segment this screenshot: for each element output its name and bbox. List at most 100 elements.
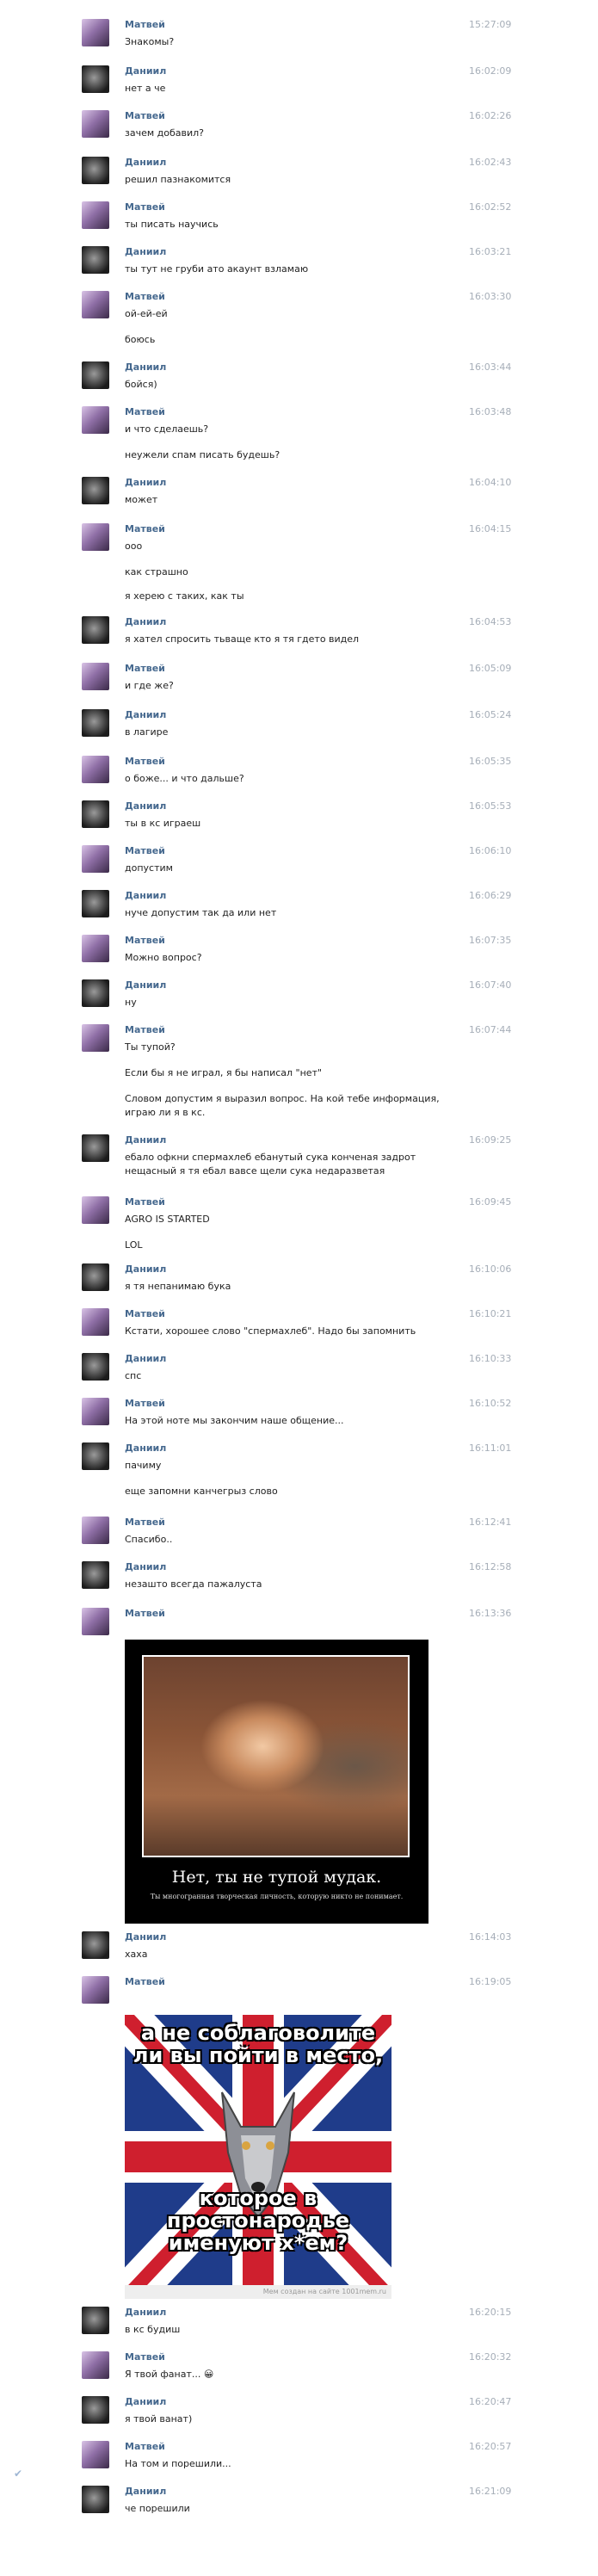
author-name[interactable]: Даниил [125, 246, 166, 257]
avatar[interactable] [82, 1442, 109, 1470]
author-name[interactable]: Матвей [125, 1976, 165, 1987]
avatar[interactable] [82, 1196, 109, 1224]
message-text: незашто всегда пажалуста [125, 1578, 262, 1590]
author-name[interactable]: Матвей [125, 1517, 165, 1528]
avatar[interactable] [82, 1398, 109, 1425]
avatar[interactable] [82, 1976, 109, 2004]
message-text: зачем добавил? [125, 127, 205, 139]
author-name[interactable]: Матвей [125, 1196, 165, 1208]
avatar[interactable] [82, 979, 109, 1007]
author-name[interactable]: Матвей [125, 523, 165, 534]
avatar[interactable] [82, 616, 109, 644]
avatar[interactable] [82, 246, 109, 274]
message-text: Знакомы? [125, 36, 175, 47]
author-name[interactable]: Даниил [125, 1263, 166, 1275]
avatar[interactable] [82, 406, 109, 434]
author-name[interactable]: Даниил [125, 979, 166, 991]
author-name[interactable]: Матвей [125, 110, 165, 121]
author-name[interactable]: Даниил [125, 361, 166, 373]
message-text: На этой ноте мы закончим наше общение... [125, 1415, 344, 1426]
avatar[interactable] [82, 291, 109, 318]
author-name[interactable]: Матвей [125, 1398, 165, 1409]
author-name[interactable]: Матвей [125, 406, 165, 417]
avatar[interactable] [82, 361, 109, 389]
message-text: неужели спам писать будешь? [125, 449, 281, 460]
author-name[interactable]: Даниил [125, 890, 166, 901]
avatar[interactable] [82, 2307, 109, 2334]
author-name[interactable]: Даниил [125, 477, 166, 488]
author-name[interactable]: Матвей [125, 1024, 165, 1035]
author-name[interactable]: Даниил [125, 709, 166, 720]
author-name[interactable]: Даниил [125, 800, 166, 812]
avatar[interactable] [82, 663, 109, 690]
author-name[interactable]: Матвей [125, 1608, 165, 1619]
avatar[interactable] [82, 1134, 109, 1162]
author-name[interactable]: Матвей [125, 935, 165, 946]
avatar[interactable] [82, 1517, 109, 1544]
avatar[interactable] [82, 1263, 109, 1291]
author-name[interactable]: Даниил [125, 1931, 166, 1943]
message-time: 16:09:25 [469, 1134, 512, 1146]
author-name[interactable]: Даниил [125, 616, 166, 627]
avatar[interactable] [82, 157, 109, 184]
author-name[interactable]: Даниил [125, 1442, 166, 1454]
message-text: ну [125, 997, 137, 1008]
avatar[interactable] [82, 2351, 109, 2379]
avatar[interactable] [82, 2396, 109, 2424]
message-time: 16:14:03 [469, 1931, 512, 1943]
message-time: 16:20:57 [469, 2441, 512, 2452]
avatar[interactable] [82, 19, 109, 46]
message-text: спс [125, 1370, 142, 1381]
author-name[interactable]: Матвей [125, 19, 165, 30]
avatar[interactable] [82, 1308, 109, 1336]
message-time: 16:03:44 [469, 361, 512, 373]
avatar[interactable] [82, 2441, 109, 2468]
author-name[interactable]: Даниил [125, 1353, 166, 1364]
avatar[interactable] [82, 65, 109, 93]
author-name[interactable]: Матвей [125, 663, 165, 674]
avatar[interactable] [82, 477, 109, 504]
avatar[interactable] [82, 1024, 109, 1052]
avatar[interactable] [82, 1608, 109, 1635]
wolf-meme-image[interactable]: а не соблаговолите ли вы пойти в место, … [125, 2015, 391, 2299]
avatar[interactable] [82, 1931, 109, 1959]
author-name[interactable]: Матвей [125, 2351, 165, 2363]
message-text: Кстати, хорошее слово "спермахлеб". Надо… [125, 1325, 416, 1337]
avatar[interactable] [82, 523, 109, 551]
author-name[interactable]: Даниил [125, 2307, 166, 2318]
message-text: я хател спросить тьваще кто я тя гдето в… [125, 633, 360, 645]
avatar[interactable] [82, 110, 109, 138]
author-name[interactable]: Даниил [125, 2396, 166, 2407]
avatar[interactable] [82, 845, 109, 873]
avatar[interactable] [82, 709, 109, 737]
author-name[interactable]: Даниил [125, 65, 166, 77]
avatar[interactable] [82, 201, 109, 229]
avatar[interactable] [82, 890, 109, 917]
message-text: в кс будиш [125, 2324, 181, 2335]
avatar[interactable] [82, 800, 109, 828]
author-name[interactable]: Матвей [125, 1308, 165, 1319]
avatar[interactable] [82, 935, 109, 962]
avatar[interactable] [82, 2486, 109, 2513]
message-text: о боже... и что дальше? [125, 773, 244, 784]
demotivator-image[interactable]: Нет, ты не тупой мудак. Ты многогранная … [125, 1640, 428, 1924]
author-name[interactable]: Даниил [125, 1561, 166, 1572]
message-time: 16:02:43 [469, 157, 512, 168]
message-time: 16:07:35 [469, 935, 512, 946]
avatar[interactable] [82, 756, 109, 783]
author-name[interactable]: Матвей [125, 201, 165, 213]
author-name[interactable]: Матвей [125, 756, 165, 767]
author-name[interactable]: Матвей [125, 291, 165, 302]
demotivator-photo [144, 1657, 408, 1856]
author-name[interactable]: Матвей [125, 2441, 165, 2452]
avatar[interactable] [82, 1561, 109, 1589]
message-text: ты тут не груби ато акаунт взламаю [125, 263, 309, 275]
message-time: 16:20:15 [469, 2307, 512, 2318]
message-time: 16:07:44 [469, 1024, 512, 1035]
author-name[interactable]: Матвей [125, 845, 165, 856]
author-name[interactable]: Даниил [125, 157, 166, 168]
author-name[interactable]: Даниил [125, 1134, 166, 1146]
author-name[interactable]: Даниил [125, 2486, 166, 2497]
wolf-meme-footer: Мем создан на сайте 1001mem.ru [125, 2285, 391, 2299]
avatar[interactable] [82, 1353, 109, 1381]
